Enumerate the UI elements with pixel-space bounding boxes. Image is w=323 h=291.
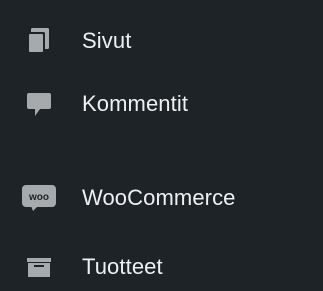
sidebar-item-label: Sivut <box>82 28 132 53</box>
woo-icon-text: woo <box>28 192 49 203</box>
sidebar-item-label: WooCommerce <box>82 185 236 210</box>
sidebar-item-label: Kommentit <box>82 91 189 116</box>
archive-icon <box>21 249 57 285</box>
sidebar-item-products[interactable]: Tuotteet <box>0 245 323 289</box>
pages-icon <box>21 23 57 59</box>
woo-icon: woo <box>21 180 57 216</box>
sidebar-item-label: Tuotteet <box>82 254 163 279</box>
comment-icon <box>21 86 57 122</box>
sidebar-item-woocommerce[interactable]: woo WooCommerce <box>0 176 323 220</box>
sidebar-item-comments[interactable]: Kommentit <box>0 82 323 126</box>
admin-sidebar-menu: Sivut Kommentit woo WooCommerce Tuotteet <box>0 0 323 291</box>
sidebar-item-pages[interactable]: Sivut <box>0 19 323 63</box>
